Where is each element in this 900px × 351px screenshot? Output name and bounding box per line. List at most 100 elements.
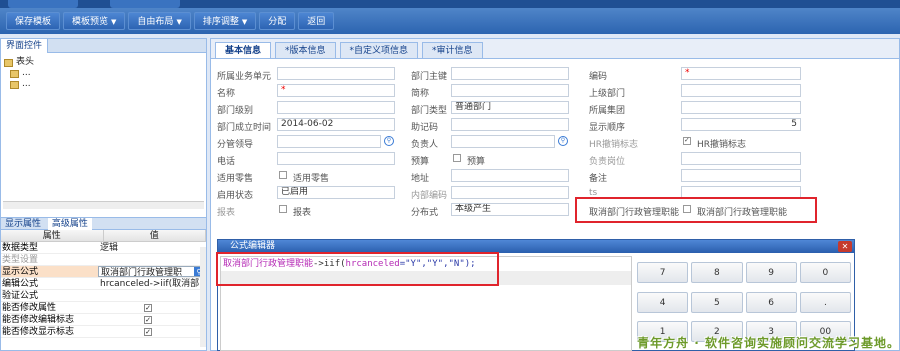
label-report: 报表	[217, 208, 236, 218]
label-principal: 负责人	[411, 140, 439, 150]
property-row[interactable]: 类型设置	[1, 254, 206, 266]
property-row[interactable]: 验证公式	[1, 290, 206, 302]
dept-type-field[interactable]: 普通部门	[451, 101, 569, 114]
key-9[interactable]: 9	[745, 262, 797, 283]
tree-item[interactable]: ...	[4, 68, 203, 79]
principal-field[interactable]	[451, 135, 555, 148]
label-group: 所属集团	[589, 106, 626, 116]
checkbox-checked[interactable]: ✓	[144, 304, 152, 312]
chevron-down-icon: ▼	[176, 18, 182, 26]
property-grid-header: 属性 值	[1, 230, 206, 242]
window-tabstrip	[0, 0, 900, 8]
key-0[interactable]: 0	[799, 262, 851, 283]
window-tab[interactable]	[8, 0, 78, 8]
key-8[interactable]: 8	[691, 262, 743, 283]
highlight-box	[575, 197, 817, 223]
layout-field[interactable]: 本级产生	[451, 203, 569, 216]
tab-advanced-properties[interactable]: 高级属性	[47, 218, 92, 230]
label-address: 地址	[411, 174, 430, 184]
lookup-icon[interactable]: ⚲	[558, 136, 568, 146]
column-header-property: 属性	[1, 230, 104, 241]
free-layout-button[interactable]: 自由布局 ▼	[128, 12, 191, 30]
chevron-down-icon: ▼	[241, 18, 248, 26]
window-tab[interactable]	[110, 0, 180, 8]
tree-item[interactable]: 表头	[4, 57, 203, 68]
note-field[interactable]	[681, 169, 801, 182]
left-panel-header: 界面控件	[1, 39, 206, 53]
label-code: 编码	[589, 72, 608, 82]
property-row[interactable]: 数据类型 逻辑	[1, 242, 206, 254]
toolbar: 保存模板 模板预览 ▼ 自由布局 ▼ 排序调整 ▼ 分配 返回	[6, 12, 335, 32]
label-order: 显示顺序	[589, 123, 626, 133]
for-shop-checkbox[interactable]	[279, 171, 287, 179]
tab-version-info[interactable]: *版本信息	[275, 42, 336, 58]
label-budget: 预算	[411, 157, 430, 167]
budget-checkbox-label: 预算	[467, 157, 486, 167]
checkbox-checked[interactable]: ✓	[144, 328, 152, 336]
distribute-button[interactable]: 分配	[259, 12, 296, 30]
checkbox-checked[interactable]: ✓	[144, 316, 152, 324]
key-7[interactable]: 7	[637, 262, 689, 283]
key-6[interactable]: 6	[745, 291, 797, 313]
chevron-down-icon: ▼	[111, 18, 117, 26]
inner-code-field[interactable]	[451, 186, 569, 199]
short-name-field[interactable]	[451, 84, 569, 97]
back-button[interactable]: 返回	[298, 12, 335, 30]
key-5[interactable]: 5	[691, 291, 743, 313]
label-for-shop: 适用零售	[217, 174, 254, 184]
label-parent: 上级部门	[589, 89, 626, 99]
horizontal-scrollbar[interactable]	[3, 201, 204, 209]
hr-cancel-checkbox-label: HR撤销标志	[697, 140, 747, 150]
parent-dept-field[interactable]	[681, 84, 801, 97]
tab-ui-controls[interactable]: 界面控件	[1, 39, 49, 53]
dept-level-field[interactable]	[277, 101, 395, 114]
name-field[interactable]: *	[277, 84, 395, 97]
sort-adjust-button[interactable]: 排序调整 ▼	[193, 12, 257, 30]
tab-basic-info[interactable]: 基本信息	[215, 42, 272, 58]
tab-custom-info[interactable]: *自定义项信息	[339, 42, 419, 58]
status-field[interactable]: 已启用	[277, 186, 395, 199]
code-field[interactable]: *	[681, 67, 801, 80]
form-tabs: 基本信息 *版本信息 *自定义项信息 *审计信息	[211, 39, 899, 59]
phone-field[interactable]	[277, 152, 395, 165]
lookup-icon[interactable]: ⚲	[384, 136, 394, 146]
property-row-selected[interactable]: 显示公式 取消部门行政管理职 ⚲	[1, 266, 206, 278]
display-order-field[interactable]: 5	[681, 118, 801, 131]
property-row[interactable]: 能否修改编辑标志 ✓	[1, 314, 206, 326]
key-dot[interactable]: .	[799, 291, 851, 313]
folder-icon	[4, 58, 13, 67]
group-field[interactable]	[681, 101, 801, 114]
org-unit-field[interactable]	[277, 67, 395, 80]
tab-audit-info[interactable]: *审计信息	[422, 42, 483, 58]
label-post: 负责岗位	[589, 157, 626, 167]
mnemonic-field[interactable]	[451, 118, 569, 131]
hr-cancel-checkbox[interactable]	[683, 136, 691, 145]
save-template-button[interactable]: 保存模板	[6, 12, 61, 30]
property-row[interactable]: 能否修改显示标志 ✓	[1, 326, 206, 338]
label-level: 部门级别	[217, 106, 254, 116]
tree-item[interactable]: ...	[4, 79, 203, 90]
founded-date-field[interactable]: 2014-06-02	[277, 118, 395, 131]
basic-info-form: 所属业务单元 部门主键 编码 * 名称 * 简称 上级部门 部门级别 部门类型 …	[211, 59, 899, 259]
address-field[interactable]	[451, 169, 569, 182]
folder-icon	[10, 69, 19, 78]
dept-key-field[interactable]	[451, 67, 569, 80]
report-checkbox[interactable]	[279, 205, 287, 213]
display-formula-field[interactable]: 取消部门行政管理职 ⚲	[98, 266, 206, 277]
close-button[interactable]: ✕	[838, 241, 852, 252]
vertical-scrollbar[interactable]	[200, 247, 206, 347]
label-layout: 分布式	[411, 208, 439, 218]
budget-checkbox[interactable]	[453, 154, 461, 162]
leader-field[interactable]	[277, 135, 381, 148]
property-row[interactable]: 编辑公式 hrcanceled->iif(取消部...	[1, 278, 206, 290]
post-field[interactable]	[681, 152, 801, 165]
label-org-unit: 所属业务单元	[217, 72, 272, 82]
report-checkbox-label: 报表	[293, 208, 312, 218]
template-preview-button[interactable]: 模板预览 ▼	[63, 12, 126, 30]
label-short: 简称	[411, 89, 430, 99]
label-hr-cancel: HR撤销标志	[589, 140, 639, 150]
key-4[interactable]: 4	[637, 291, 689, 313]
property-row[interactable]: 能否修改属性 ✓	[1, 302, 206, 314]
highlight-box	[216, 252, 499, 286]
tab-display-properties[interactable]: 显示属性	[1, 218, 45, 230]
